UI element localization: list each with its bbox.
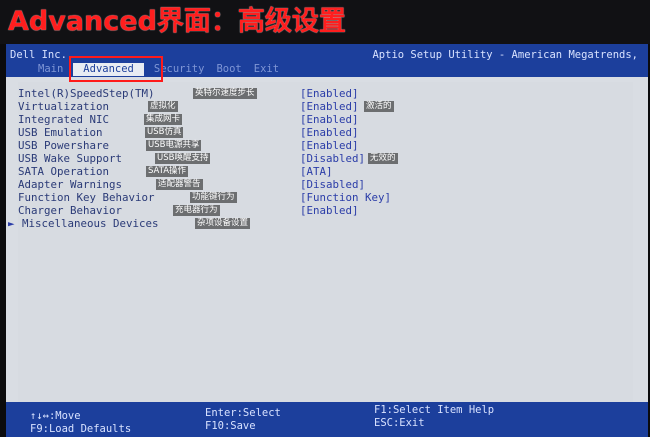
setting-annotation: 集成网卡 [144,114,183,125]
hint-save: F10:Save [205,420,256,432]
setting-sata-operation[interactable]: SATA Operation SATA操作 [ATA] [18,166,633,178]
setting-value[interactable]: [Enabled] [300,127,359,139]
photo-caption-title: Advanced界面：高级设置 [0,0,650,44]
bios-footer: ↑↓↔:Move F9:Load Defaults Enter:Select F… [6,402,648,437]
setting-label: USB Wake Support [18,152,123,165]
submenu-arrow-icon: ► [8,217,15,230]
tab-exit[interactable]: Exit [248,63,285,76]
setting-label: Virtualization [18,100,110,113]
setting-value[interactable]: [Enabled] [300,114,359,126]
setting-annotation: USB唤醒支持 [155,153,211,164]
setting-label: Intel(R)SpeedStep(TM) [18,87,155,100]
hint-select: Enter:Select [205,407,281,419]
setting-value[interactable]: [Enabled] [300,101,359,113]
setting-usb-wake-support[interactable]: USB Wake Support USB唤醒支持 [Disabled] 无效的 [18,153,633,165]
setting-value[interactable]: [Enabled] [300,140,359,152]
setting-function-key-behavior[interactable]: Function Key Behavior 功能键行为 [Function Ke… [18,192,633,204]
setting-usb-powershare[interactable]: USB Powershare USB电源共享 [Enabled] [18,140,633,152]
hint-load-defaults: F9:Load Defaults [30,423,132,435]
setting-value[interactable]: [Disabled] [300,179,365,191]
setting-annotation: 英特尔速度步长 [193,88,257,99]
setting-annotation: 功能键行为 [190,192,237,203]
setting-annotation: 充电器行为 [173,205,220,216]
tab-main[interactable]: Main [32,63,69,76]
setting-value[interactable]: [Function Key] [300,192,391,204]
value-annotation: 激活的 [364,101,394,112]
setting-label: Adapter Warnings [18,178,123,191]
setting-miscellaneous-devices[interactable]: ► Miscellaneous Devices 杂项设备设置 [8,217,633,230]
setting-value[interactable]: [ATA] [300,166,333,178]
setting-usb-emulation[interactable]: USB Emulation USB仿真 [Enabled] [18,127,633,139]
hint-help: F1:Select Item Help [374,404,495,416]
setting-annotation: SATA操作 [146,166,189,177]
product-name: Aptio Setup Utility - American Megatrend… [372,49,638,61]
vendor-name: Dell Inc. [10,49,67,61]
setting-label: Miscellaneous Devices [22,217,159,230]
setting-label: USB Powershare [18,139,110,152]
bios-screen: Dell Inc. Aptio Setup Utility - American… [6,44,648,437]
hint-move: ↑↓↔:Move [30,410,81,422]
setting-value[interactable]: [Enabled] [300,88,359,100]
settings-panel: Intel(R)SpeedStep(TM) 英特尔速度步长 [Enabled] … [8,82,633,402]
setting-annotation: USB仿真 [145,127,184,138]
advanced-tab-highlight-box [69,56,163,82]
setting-annotation: 杂项设备设置 [195,218,251,229]
setting-annotation: 虚拟化 [148,101,178,112]
setting-label: Charger Behavior [18,204,123,217]
tab-boot[interactable]: Boot [210,63,247,76]
setting-label: Integrated NIC [18,113,110,126]
setting-charger-behavior[interactable]: Charger Behavior 充电器行为 [Enabled] [18,205,633,217]
hint-exit: ESC:Exit [374,417,425,429]
setting-value[interactable]: [Disabled] [300,153,365,165]
value-annotation: 无效的 [368,153,398,164]
setting-annotation: USB电源共享 [146,140,202,151]
setting-label: SATA Operation [18,165,110,178]
setting-label: USB Emulation [18,126,103,139]
setting-integrated-nic[interactable]: Integrated NIC 集成网卡 [Enabled] [18,114,633,126]
setting-adapter-warnings[interactable]: Adapter Warnings 适配器警告 [Disabled] [18,179,633,191]
setting-value[interactable]: [Enabled] [300,205,359,217]
setting-annotation: 适配器警告 [156,179,203,190]
setting-virtualization[interactable]: Virtualization 虚拟化 [Enabled] 激活的 [18,101,633,113]
setting-label: Function Key Behavior [18,191,155,204]
setting-speedstep[interactable]: Intel(R)SpeedStep(TM) 英特尔速度步长 [Enabled] [18,88,633,100]
